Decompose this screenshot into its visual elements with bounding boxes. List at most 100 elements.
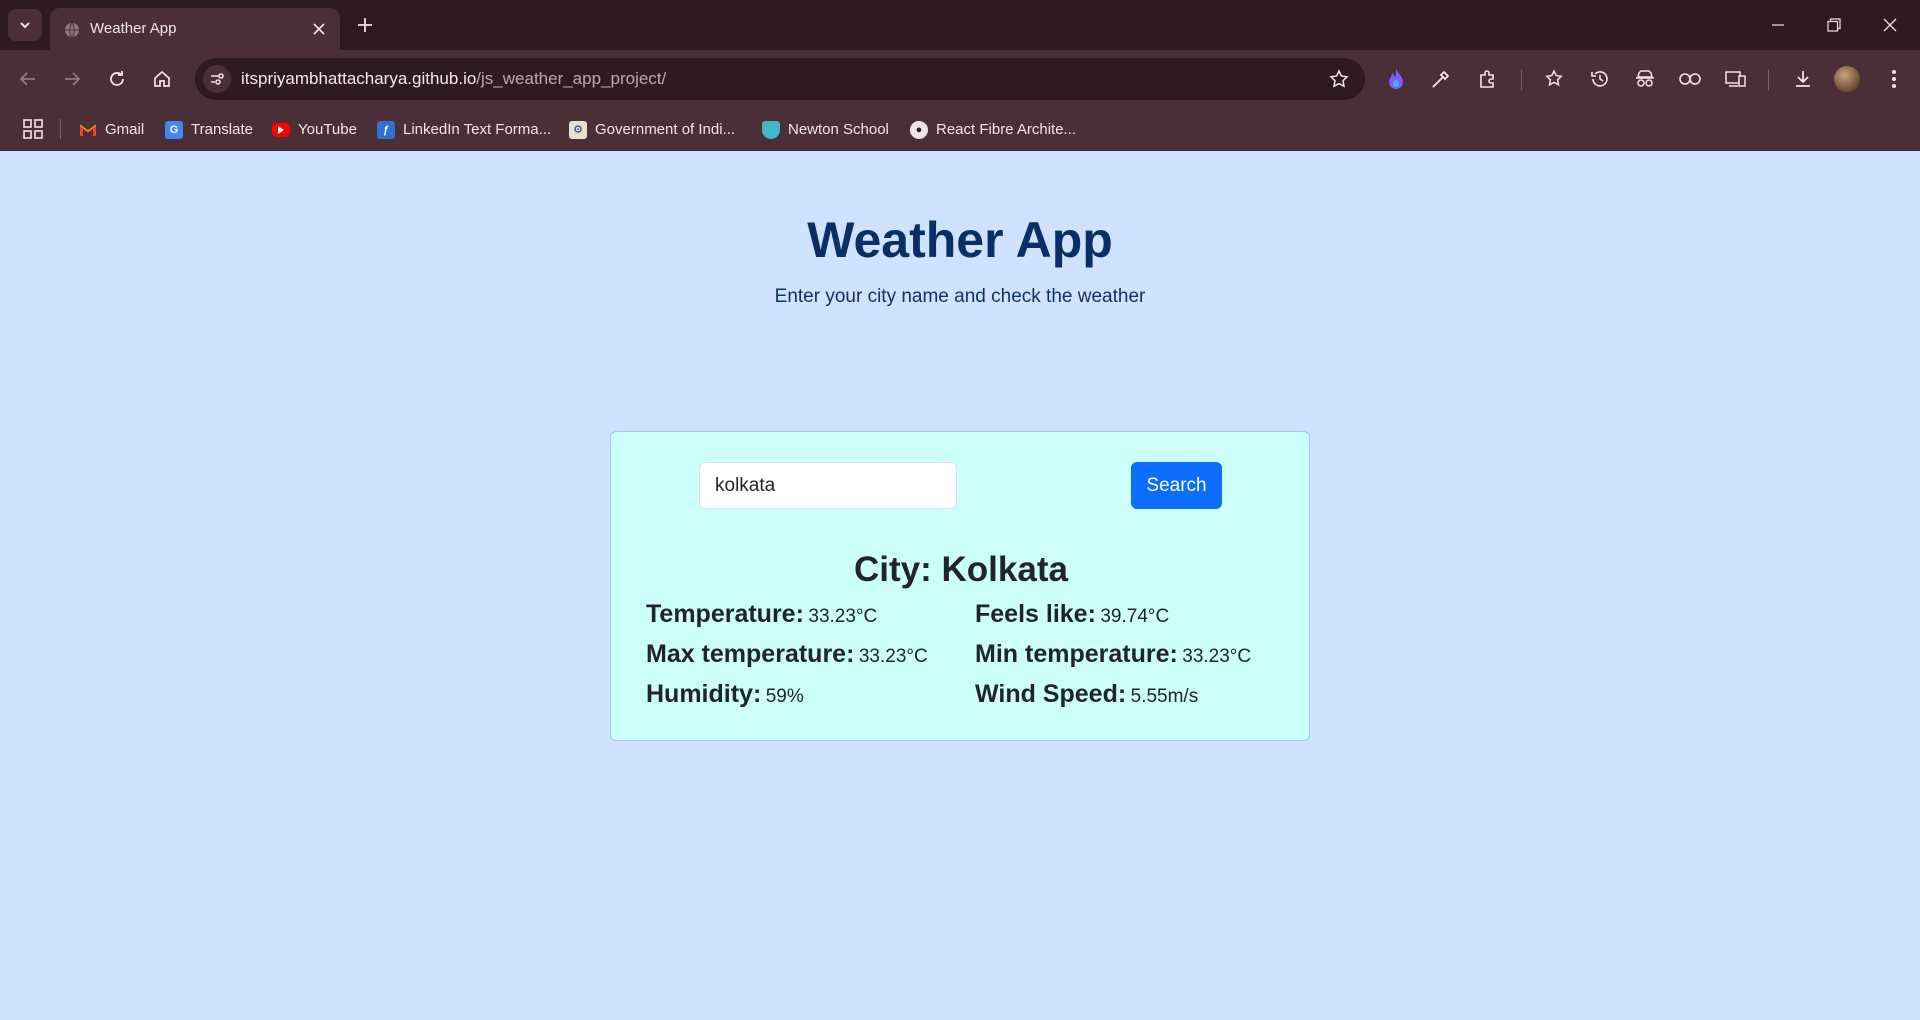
stat-label: Temperature: [646,600,804,628]
minimize-button[interactable] [1758,10,1798,40]
government-emblem-icon: ⚙ [569,120,587,139]
eyedropper-icon [1432,70,1450,88]
bookmarks-separator [60,119,61,139]
extension-icon [1480,70,1494,88]
bookmark-label: Newton School [788,121,889,138]
site-info-icon [211,73,224,85]
back-icon [19,72,35,86]
home-button[interactable] [146,63,178,95]
favorites-button[interactable] [1541,65,1569,93]
min-temperature-stat: Min temperature: 33.23°C [975,640,1251,669]
active-tab[interactable]: Weather App [50,8,340,50]
close-window-button[interactable] [1870,10,1910,40]
search-button[interactable]: Search [1131,462,1222,509]
address-bar[interactable]: itspriyambhattacharya.github.io/js_weath… [195,58,1365,100]
download-icon [1796,71,1810,87]
more-vertical-icon [1892,70,1896,88]
minimize-icon [1772,24,1784,26]
chevron-down-icon [20,22,30,29]
toolbar-separator [1521,70,1522,90]
incognito-icon [1636,70,1654,87]
bookmark-label: Government of Indi... [595,121,736,138]
weather-card: Search City: Kolkata Temperature: 33.23°… [610,431,1310,741]
newton-school-icon [762,120,780,139]
profile-avatar[interactable] [1834,66,1860,92]
page-subtitle: Enter your city name and check the weath… [774,286,1146,307]
device-mode-button[interactable] [1722,65,1750,93]
linkedin-formatter-icon: ƒ [377,120,395,139]
temperature-stat: Temperature: 33.23°C [646,600,877,629]
globe-icon [65,22,79,38]
github-icon: ● [910,120,928,139]
bookmarks-bar: Gmail G Translate YouTube ƒ LinkedIn Tex… [0,108,1920,151]
stat-label: Max temperature: [646,640,855,668]
extensions-button[interactable] [1473,65,1501,93]
bookmark-linkedin-text-formatter[interactable]: ƒ LinkedIn Text Forma... [377,108,551,151]
stat-value: 39.74°C [1100,606,1170,627]
close-tab-button[interactable] [308,18,330,40]
apps-icon[interactable] [22,118,44,140]
downloads-button[interactable] [1789,65,1817,93]
max-temperature-stat: Max temperature: 33.23°C [646,640,928,669]
bookmark-react-fibre[interactable]: ● React Fibre Archite... [910,108,1076,151]
bookmark-translate[interactable]: G Translate [165,108,253,151]
url-host: itspriyambhattacharya.github.io [241,69,477,88]
humidity-stat: Humidity: 59% [646,680,804,709]
translate-icon: G [165,120,183,139]
page-title: Weather App [807,212,1113,268]
history-icon [1591,71,1608,87]
wind-speed-stat: Wind Speed: 5.55m/s [975,680,1198,709]
close-icon [1883,18,1897,32]
copilot-extension-button[interactable] [1382,65,1410,93]
bookmark-star-button[interactable] [1327,67,1351,91]
bookmark-newton-school[interactable]: Newton School [762,108,889,151]
browser-toolbar: itspriyambhattacharya.github.io/js_weath… [0,50,1920,108]
browser-menu-button[interactable] [1880,65,1908,93]
bookmark-youtube[interactable]: YouTube [272,108,357,151]
close-icon [313,23,325,35]
stat-label: Feels like: [975,600,1096,628]
restore-button[interactable] [1814,10,1854,40]
stat-value: 59% [765,686,804,707]
bookmark-gmail[interactable]: Gmail [79,108,144,151]
stat-value: 33.23°C [808,606,878,627]
reload-icon [110,71,124,86]
star-icon [1329,69,1349,88]
web-page: Weather App Enter your city name and che… [0,151,1920,1020]
stat-label: Wind Speed: [975,680,1127,708]
stat-value: 33.23°C [1182,646,1252,667]
reload-button[interactable] [101,63,133,95]
tab-search-button[interactable] [8,9,42,41]
tab-title: Weather App [90,20,177,37]
plus-icon [358,18,372,32]
new-tab-button[interactable] [352,12,378,38]
star-list-icon [1545,69,1563,87]
flame-extension-icon [1389,69,1403,89]
bookmark-label: Gmail [105,121,145,138]
home-icon [154,70,170,87]
copy-link-button[interactable] [1676,65,1704,93]
bookmark-label: React Fibre Archite... [936,121,1077,138]
forward-icon [65,72,81,86]
link-icon [1679,73,1701,85]
devices-icon [1725,71,1746,87]
back-button[interactable] [12,63,44,95]
city-search-input[interactable] [699,462,957,509]
bookmark-government-of-india[interactable]: ⚙ Government of Indi... [569,108,735,151]
stat-value: 5.55m/s [1130,686,1199,707]
stat-label: Min temperature: [975,640,1178,668]
forward-button[interactable] [56,63,88,95]
history-button[interactable] [1586,65,1614,93]
url-path: /js_weather_app_project/ [476,69,667,88]
bookmark-label: Translate [191,121,253,138]
site-info-button[interactable] [203,65,231,93]
incognito-button[interactable] [1631,65,1659,93]
bookmark-label: YouTube [298,121,357,138]
youtube-icon [272,122,290,137]
eyedropper-extension-button[interactable] [1427,65,1455,93]
url-text: itspriyambhattacharya.github.io/js_weath… [241,69,666,89]
gmail-icon [79,121,97,139]
feels-like-stat: Feels like: 39.74°C [975,600,1169,629]
tab-strip: Weather App [0,0,1920,50]
city-heading: City: Kolkata [854,550,1068,589]
